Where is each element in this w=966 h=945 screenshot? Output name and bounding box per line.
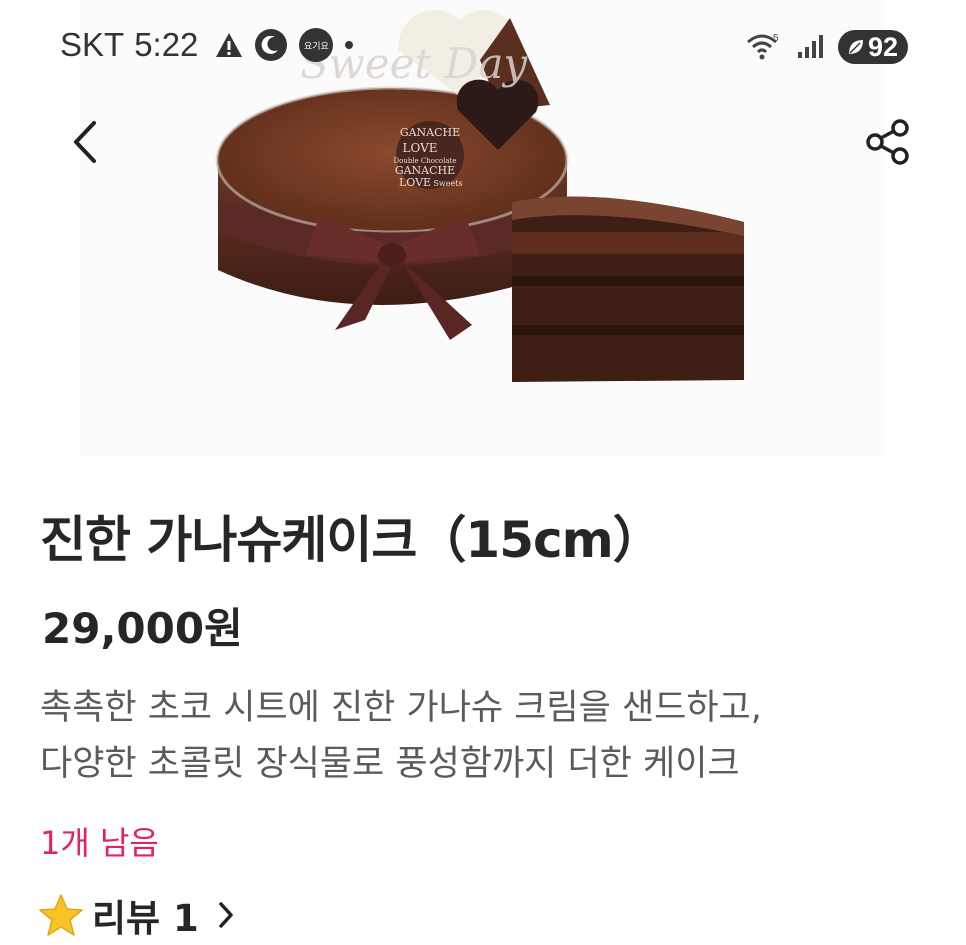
status-right: 5 92: [746, 30, 908, 64]
description-line: 촉촉한 초코 시트에 진한 가나슈 크림을 샌드하고,: [40, 688, 762, 728]
disc-text-ganache-1: GANACHE: [400, 126, 460, 139]
review-link[interactable]: 리뷰 1: [38, 888, 235, 942]
battery-indicator: 92: [837, 30, 908, 64]
disc-text-sweets: Sweets: [433, 179, 462, 188]
share-icon: [866, 119, 909, 165]
stock-remaining: 1개 남음: [40, 824, 159, 862]
app-notification-badge: 요기요: [298, 27, 334, 63]
share-button[interactable]: [858, 112, 918, 172]
wifi-icon: 5: [746, 32, 782, 62]
clock: 5:22: [134, 26, 199, 63]
star-icon: [39, 894, 83, 936]
back-button[interactable]: [60, 112, 110, 172]
chevron-left-icon: [74, 121, 96, 163]
disc-text-love-1: LOVE: [402, 141, 437, 155]
more-notifications-dot-icon: [344, 40, 354, 50]
do-not-disturb-moon-icon: [254, 28, 288, 62]
battery-leaf-icon: [848, 40, 863, 54]
status-left: SKT 5:22 요기요: [60, 26, 354, 64]
warning-icon: [214, 31, 244, 59]
disc-text-love-2: LOVE: [399, 176, 431, 189]
battery-level: 92: [867, 31, 898, 62]
network-type: 5: [773, 33, 779, 44]
product-price: 29,000원: [42, 604, 243, 653]
product-title: 진한 가나슈케이크（15cm）: [40, 511, 663, 569]
product-description: 촉촉한 초코 시트에 진한 가나슈 크림을 샌드하고, 다양한 초콜릿 장식물로…: [40, 680, 940, 792]
carrier-label: SKT: [60, 26, 125, 63]
chevron-right-icon: [217, 900, 235, 930]
app-notification-text: 요기요: [304, 42, 329, 52]
description-line: 다양한 초콜릿 장식물로 풍성함까지 더한 케이크: [40, 744, 740, 784]
signal-icon: [796, 34, 824, 60]
review-label: 리뷰 1: [92, 897, 199, 940]
status-bar: SKT 5:22 요기요 5 92: [0, 0, 966, 90]
